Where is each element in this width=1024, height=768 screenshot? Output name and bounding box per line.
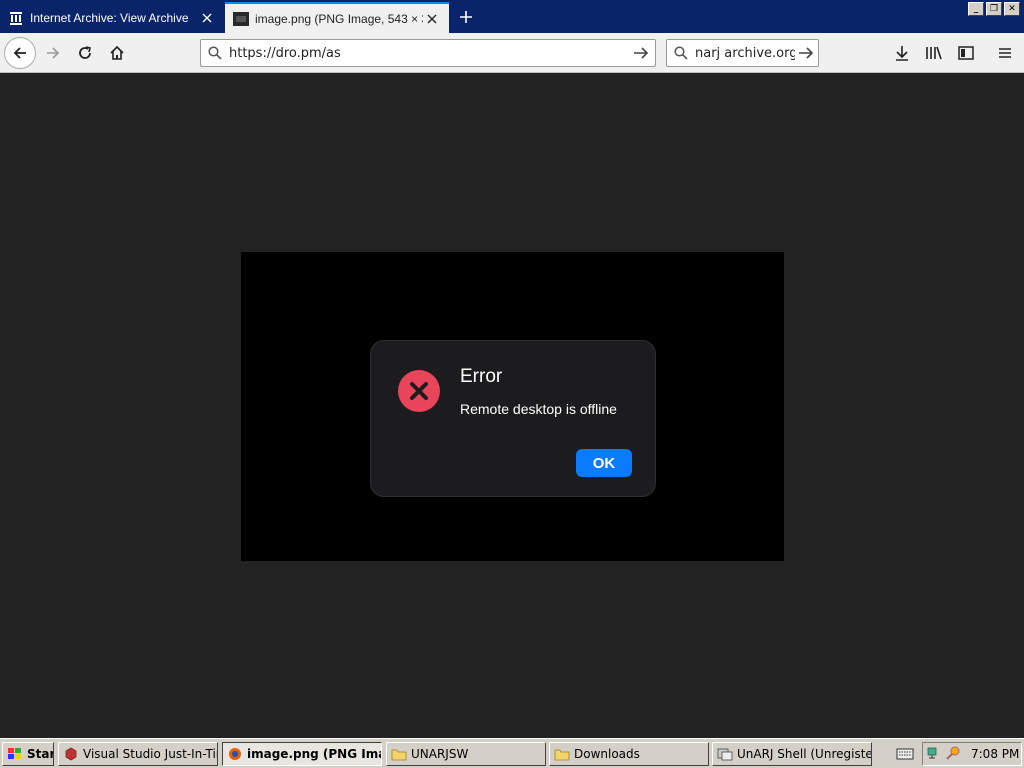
- page-content: Error Remote desktop is offline OK: [0, 74, 1024, 738]
- search-icon: [667, 46, 695, 60]
- arrow-right-icon: [47, 47, 60, 59]
- taskbar-item-label: Visual Studio Just-In-Tim...: [83, 747, 217, 761]
- navigation-toolbar: [0, 33, 1024, 73]
- error-dialog: Error Remote desktop is offline OK: [370, 340, 656, 497]
- system-tray: 7:08 PM: [922, 742, 1022, 766]
- dialog-message: Remote desktop is offline: [460, 401, 617, 417]
- start-button[interactable]: Start: [2, 742, 54, 766]
- close-tab-icon[interactable]: [198, 9, 216, 27]
- clock[interactable]: 7:08 PM: [971, 747, 1019, 761]
- tab-image-png[interactable]: image.png (PNG Image, 543 × 309 pixels): [225, 2, 449, 33]
- sidebar-icon: [958, 46, 974, 60]
- tab-internet-archive[interactable]: Internet Archive: View Archive: [0, 2, 224, 33]
- taskbar: Start Visual Studio Just-In-Tim... image…: [0, 738, 1024, 768]
- taskbar-item-label: image.png (PNG Imag...: [247, 747, 381, 761]
- taskbar-item-visual-studio[interactable]: Visual Studio Just-In-Tim...: [58, 742, 218, 766]
- taskbar-item-image-png[interactable]: image.png (PNG Imag...: [222, 742, 382, 766]
- folder-icon: [391, 746, 407, 762]
- taskbar-item-unarj-shell[interactable]: UnARJ Shell (Unregistered): [712, 742, 872, 766]
- library-icon: [926, 46, 942, 60]
- network-icon[interactable]: [926, 745, 942, 764]
- forward-button[interactable]: [38, 38, 68, 68]
- windows-logo-icon: [7, 746, 23, 762]
- archive-building-icon: [8, 10, 24, 26]
- download-arrow-icon: [896, 46, 908, 61]
- downloads-button[interactable]: [887, 38, 917, 68]
- visual-studio-icon: [63, 746, 79, 762]
- new-tab-button[interactable]: [452, 4, 480, 30]
- home-button[interactable]: [102, 38, 132, 68]
- search-go-arrow-icon[interactable]: [795, 46, 817, 60]
- menu-button[interactable]: [990, 38, 1020, 68]
- tab-strip: Internet Archive: View Archive image.png…: [0, 0, 1024, 33]
- tab-title: image.png (PNG Image, 543 × 309 pixels): [255, 11, 423, 26]
- close-tab-icon[interactable]: [423, 10, 441, 28]
- magnifier-tray-icon[interactable]: [945, 745, 961, 764]
- arrow-left-icon: [13, 47, 26, 59]
- taskbar-item-label: UNARJSW: [411, 747, 469, 761]
- home-icon: [110, 45, 124, 60]
- dialog-title: Error: [460, 366, 503, 387]
- minimize-button[interactable]: _: [968, 2, 984, 16]
- error-x-icon: [398, 370, 440, 412]
- folder-icon: [554, 746, 570, 762]
- close-window-button[interactable]: ✕: [1004, 2, 1020, 16]
- displayed-png-image: Error Remote desktop is offline OK: [241, 252, 784, 561]
- firefox-icon: [227, 746, 243, 762]
- sidebar-button[interactable]: [951, 38, 981, 68]
- unarj-shell-icon: [717, 746, 733, 762]
- library-button[interactable]: [919, 38, 949, 68]
- plus-icon: [460, 11, 472, 23]
- back-button[interactable]: [4, 37, 36, 69]
- go-arrow-icon[interactable]: [627, 46, 655, 60]
- taskbar-item-downloads[interactable]: Downloads: [549, 742, 709, 766]
- address-bar[interactable]: [200, 39, 656, 67]
- search-input[interactable]: [695, 45, 795, 61]
- reload-button[interactable]: [70, 38, 100, 68]
- hamburger-menu-icon: [999, 48, 1011, 58]
- reload-icon: [79, 46, 91, 59]
- url-input[interactable]: [229, 45, 627, 61]
- taskbar-item-unarjsw[interactable]: UNARJSW: [386, 742, 546, 766]
- search-icon: [201, 46, 229, 60]
- start-label: Start: [27, 747, 53, 761]
- window-controls: _ ❐ ✕: [968, 2, 1020, 16]
- search-bar[interactable]: [666, 39, 819, 67]
- keyboard-icon[interactable]: [893, 744, 917, 764]
- restore-button[interactable]: ❐: [986, 2, 1002, 16]
- taskbar-item-label: Downloads: [574, 747, 640, 761]
- taskbar-item-label: UnARJ Shell (Unregistered): [737, 747, 872, 761]
- image-thumbnail-icon: [233, 11, 249, 27]
- tab-title: Internet Archive: View Archive: [30, 10, 189, 25]
- ok-button[interactable]: OK: [576, 449, 632, 477]
